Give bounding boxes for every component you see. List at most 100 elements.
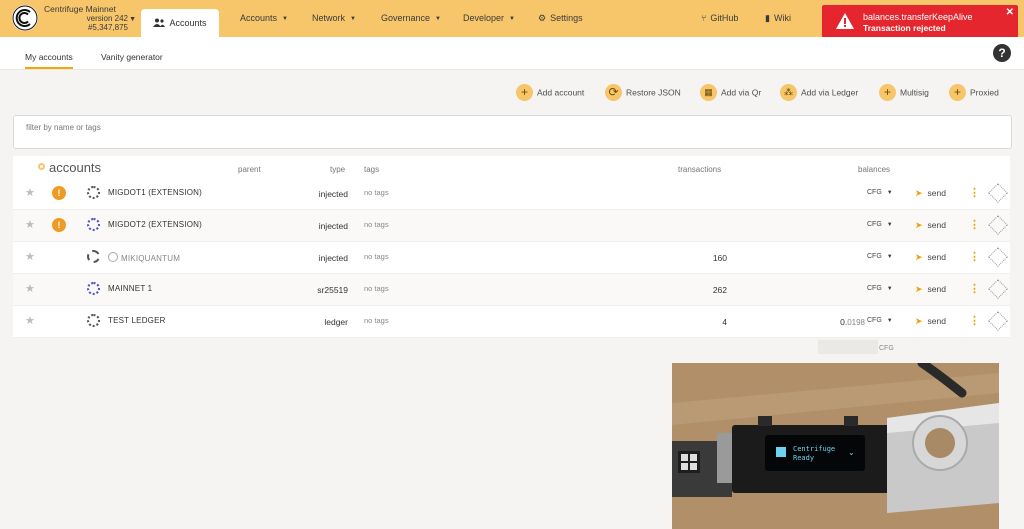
star-icon[interactable]: ★ (25, 250, 35, 263)
identicon-avatar[interactable] (87, 314, 100, 327)
star-icon[interactable]: ★ (25, 314, 35, 327)
identicon-avatar[interactable] (87, 218, 100, 231)
nav-accounts[interactable]: Accounts ▼ (240, 13, 288, 23)
table-row: ★ MAINNET 1 sr25519 no tags 262 CFG ▼ ➤ se… (13, 274, 1010, 306)
chevron-down-icon: ▼ (129, 16, 136, 23)
caret-down-icon: ▼ (886, 190, 893, 196)
send-label: send (927, 316, 946, 326)
nav-settings[interactable]: ⚙ Settings (538, 13, 583, 24)
centrifuge-logo-icon[interactable] (12, 5, 38, 31)
more-options-icon[interactable]: ⋮ (969, 186, 980, 199)
qr-icon[interactable] (988, 215, 1008, 235)
nav-developer-label: Developer (463, 13, 505, 23)
account-tags[interactable]: no tags (364, 316, 389, 325)
send-button[interactable]: ➤ send (915, 284, 946, 295)
more-options-icon[interactable]: ⋮ (969, 314, 980, 327)
account-tags[interactable]: no tags (364, 284, 389, 293)
caret-down-icon: ▼ (350, 16, 356, 22)
balance-toggle[interactable]: CFG ▼ (867, 253, 893, 260)
nav-github[interactable]: ⑂ GitHub (701, 13, 738, 23)
account-tags[interactable]: no tags (364, 252, 389, 261)
nav-governance[interactable]: Governance ▼ (381, 13, 441, 23)
total-currency: CFG (879, 345, 894, 352)
identicon-avatar[interactable] (87, 282, 100, 295)
device-line-1: Centrifuge (793, 445, 835, 453)
nav-accounts-label: Accounts (240, 13, 278, 23)
warning-icon: ! (52, 218, 66, 232)
table-row: ★ TEST LEDGER ledger no tags 4 0.0198 CF… (13, 306, 1010, 338)
chain-info[interactable]: Centrifuge Mainnet version 242 #5,347,87… (44, 5, 136, 33)
nav-wiki[interactable]: ▮ Wiki (765, 13, 791, 24)
nav-developer[interactable]: Developer ▼ (463, 13, 515, 23)
paper-plane-icon: ➤ (915, 316, 923, 326)
send-button[interactable]: ➤ send (915, 188, 946, 199)
star-icon[interactable]: ★ (25, 186, 35, 199)
account-name[interactable]: TEST LEDGER (108, 316, 166, 325)
proxied-button[interactable]: + Proxied (949, 84, 999, 102)
send-button[interactable]: ➤ send (915, 252, 946, 263)
qr-icon[interactable] (988, 247, 1008, 267)
account-transactions: 262 (712, 285, 727, 295)
col-parent: parent (238, 165, 261, 174)
balance-toggle[interactable]: CFG ▼ (867, 221, 893, 228)
help-icon[interactable]: ? (993, 44, 1011, 62)
caret-down-icon: ▼ (886, 254, 893, 260)
account-tags[interactable]: no tags (364, 220, 389, 229)
tab-my-accounts[interactable]: My accounts (25, 52, 73, 69)
sub-tabs: My accounts Vanity generator (0, 37, 1024, 70)
paper-plane-icon: ➤ (915, 188, 923, 198)
qr-icon[interactable] (988, 311, 1008, 331)
more-options-icon[interactable]: ⋮ (969, 282, 980, 295)
multisig-button[interactable]: + Multisig (879, 84, 929, 102)
tab-vanity-generator[interactable]: Vanity generator (101, 52, 163, 62)
more-options-icon[interactable]: ⋮ (969, 218, 980, 231)
identicon-avatar[interactable] (87, 250, 100, 263)
svg-text:⌄: ⌄ (848, 448, 855, 457)
send-label: send (927, 220, 946, 230)
account-name[interactable]: MIGDOT2 (EXTENSION) (108, 220, 202, 229)
table-row: ★ MIKIQUANTUM injected no tags 160 CFG ▼ … (13, 242, 1010, 274)
send-label: send (927, 252, 946, 262)
table-row: ★ ! MIGDOT1 (EXTENSION) injected no tags… (13, 178, 1010, 210)
account-name[interactable]: MIGDOT1 (EXTENSION) (108, 188, 202, 197)
plus-icon: + (879, 84, 896, 101)
send-button[interactable]: ➤ send (915, 316, 946, 327)
book-icon: ▮ (765, 13, 770, 23)
accounts-table: accounts parent type tags transactions b… (13, 156, 1010, 338)
star-icon[interactable]: ★ (25, 218, 35, 231)
nav-wiki-label: Wiki (773, 13, 791, 23)
block-number: #5,347,875 (87, 23, 128, 32)
balance-toggle[interactable]: CFG ▼ (867, 189, 893, 196)
warning-triangle-icon (836, 13, 854, 29)
tab-accounts-active[interactable]: Accounts (141, 9, 219, 37)
nav-settings-label: Settings (550, 13, 583, 23)
warning-icon: ! (52, 186, 66, 200)
account-transactions: 160 (712, 253, 727, 263)
balance-toggle[interactable]: CFG ▼ (867, 317, 893, 324)
account-name[interactable]: MAINNET 1 (108, 284, 152, 293)
account-type: sr25519 (317, 285, 348, 295)
restore-json-button[interactable]: ⟳ Restore JSON (605, 84, 681, 102)
account-tags[interactable]: no tags (364, 188, 389, 197)
account-name[interactable]: MIKIQUANTUM (108, 252, 180, 263)
filter-input[interactable]: filter by name or tags (13, 115, 1012, 149)
proxy-circle-icon (108, 252, 118, 262)
nav-network[interactable]: Network ▼ (312, 13, 356, 23)
add-via-ledger-button[interactable]: ⁂ Add via Ledger (780, 84, 858, 102)
close-icon[interactable]: ✕ (1006, 7, 1014, 18)
multisig-label: Multisig (900, 87, 929, 98)
add-via-qr-button[interactable]: ▦ Add via Qr (700, 84, 761, 102)
accounts-title: accounts (38, 160, 101, 175)
accounts-title-label: accounts (49, 160, 102, 175)
more-options-icon[interactable]: ⋮ (969, 250, 980, 263)
qr-icon[interactable] (988, 183, 1008, 203)
caret-down-icon: ▼ (886, 318, 893, 324)
qr-icon[interactable] (988, 279, 1008, 299)
currency-label: CFG (867, 285, 882, 292)
caret-down-icon: ▼ (886, 286, 893, 292)
send-button[interactable]: ➤ send (915, 220, 946, 231)
add-account-button[interactable]: + Add account (516, 84, 584, 102)
identicon-avatar[interactable] (87, 186, 100, 199)
balance-toggle[interactable]: CFG ▼ (867, 285, 893, 292)
star-icon[interactable]: ★ (25, 282, 35, 295)
